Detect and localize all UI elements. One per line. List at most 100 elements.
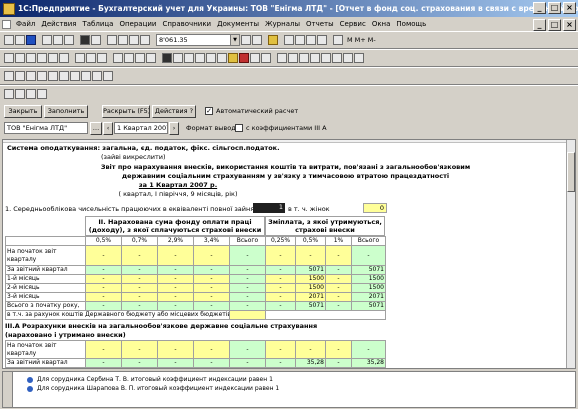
doc-close-button[interactable]: × [563, 19, 576, 31]
align-left-icon[interactable] [162, 53, 172, 63]
open-icon[interactable] [15, 35, 25, 45]
cell[interactable]: - [157, 358, 194, 368]
cell[interactable]: - [351, 245, 386, 266]
journal8-icon[interactable] [81, 71, 91, 81]
cell[interactable]: - [265, 358, 296, 368]
zoom-out-icon[interactable] [288, 53, 298, 63]
cell[interactable]: 2071 [295, 292, 326, 302]
organization-field[interactable]: ТОВ "Енігма ЛТД" [4, 122, 88, 134]
cell[interactable]: - [325, 283, 352, 293]
doc-minimize-button[interactable]: _ [533, 19, 546, 31]
cell[interactable]: - [193, 340, 230, 359]
cell[interactable]: 35,28 [351, 358, 386, 368]
cell[interactable]: - [229, 301, 266, 311]
italic-icon[interactable] [135, 53, 145, 63]
cell[interactable]: - [193, 245, 230, 266]
find-icon[interactable] [129, 35, 139, 45]
journal2-icon[interactable] [15, 71, 25, 81]
preview-icon[interactable] [91, 35, 101, 45]
journal3-icon[interactable] [26, 71, 36, 81]
cell[interactable]: - [295, 245, 326, 266]
journal5-icon[interactable] [48, 71, 58, 81]
menu-actions[interactable]: Действия [38, 20, 79, 28]
section-icon[interactable] [97, 53, 107, 63]
tips-icon[interactable] [317, 35, 327, 45]
vertical-scrollbar[interactable] [566, 140, 575, 368]
cell[interactable]: - [85, 265, 122, 275]
cell[interactable]: - [121, 358, 158, 368]
new-icon[interactable] [4, 35, 14, 45]
freeze-icon[interactable] [343, 53, 353, 63]
close-report-button[interactable]: Закрыть [4, 105, 42, 118]
cell[interactable]: 5071 [351, 265, 386, 275]
budget-cell[interactable] [229, 310, 266, 320]
cell[interactable]: - [229, 274, 266, 284]
cell[interactable]: 5071 [295, 301, 326, 311]
cell[interactable]: - [121, 245, 158, 266]
question-icon[interactable] [26, 89, 36, 99]
align-center-icon[interactable] [173, 53, 183, 63]
organization-select-button[interactable]: … [90, 122, 102, 135]
print-icon[interactable] [80, 35, 90, 45]
cell[interactable]: - [121, 283, 158, 293]
font-color-icon[interactable] [239, 53, 249, 63]
cell[interactable]: - [325, 340, 352, 359]
help-icon[interactable] [268, 35, 278, 45]
cell[interactable]: - [229, 245, 266, 266]
cell[interactable]: - [193, 265, 230, 275]
cell[interactable]: 1500 [295, 283, 326, 293]
calendar2-icon[interactable] [4, 89, 14, 99]
menu-reports[interactable]: Отчеты [303, 20, 337, 28]
context-help-icon[interactable] [37, 89, 47, 99]
cell[interactable]: - [229, 358, 266, 368]
period-icon[interactable] [15, 89, 25, 99]
cell[interactable]: - [325, 292, 352, 302]
cell[interactable]: 5071 [295, 265, 326, 275]
journal4-icon[interactable] [37, 71, 47, 81]
fill-color-icon[interactable] [228, 53, 238, 63]
report-sheet[interactable]: Система оподаткування: загальна, єд. под… [2, 139, 576, 369]
cell[interactable]: - [121, 265, 158, 275]
expand-button[interactable]: Раскрыть (F5) [102, 105, 150, 118]
menu-help[interactable]: Помощь [393, 20, 429, 28]
cell[interactable]: - [229, 283, 266, 293]
cell[interactable]: - [325, 358, 352, 368]
fill-button[interactable]: Заполнить [44, 105, 88, 118]
cell[interactable]: - [157, 340, 194, 359]
font-icon[interactable] [113, 53, 123, 63]
zoom-in-icon[interactable] [277, 53, 287, 63]
insert-icon[interactable] [26, 53, 36, 63]
cell[interactable]: - [121, 301, 158, 311]
memory-buttons[interactable]: М М+ М- [347, 36, 376, 44]
cell[interactable]: - [85, 301, 122, 311]
menu-documents[interactable]: Документы [214, 20, 262, 28]
cell[interactable]: - [193, 292, 230, 302]
delete-icon[interactable] [37, 53, 47, 63]
expand-icon[interactable] [321, 53, 331, 63]
cell[interactable]: 1500 [295, 274, 326, 284]
menu-operations[interactable]: Операции [116, 20, 159, 28]
cell[interactable]: - [325, 245, 352, 266]
table-icon[interactable] [4, 53, 14, 63]
merge-icon[interactable] [75, 53, 85, 63]
cell[interactable]: - [85, 245, 122, 266]
chevron-down-icon[interactable]: ▼ [230, 35, 239, 45]
calc-icon[interactable] [241, 35, 251, 45]
menu-file[interactable]: Файл [13, 20, 38, 28]
cell[interactable]: - [157, 292, 194, 302]
save-icon[interactable] [26, 35, 36, 45]
picture-icon[interactable] [250, 53, 260, 63]
redo-icon[interactable] [118, 35, 128, 45]
justify-icon[interactable] [195, 53, 205, 63]
unfreeze-icon[interactable] [354, 53, 364, 63]
auto-calc-checkbox[interactable]: ✓ [205, 107, 213, 115]
props-icon[interactable] [48, 53, 58, 63]
memo-icon[interactable] [306, 35, 316, 45]
collapse-icon[interactable] [332, 53, 342, 63]
cell[interactable]: - [265, 340, 296, 359]
cell[interactable]: - [85, 340, 122, 359]
period-field[interactable]: 1 Квартал 2007 р. [114, 122, 168, 134]
list-icon[interactable] [295, 35, 305, 45]
group-icon[interactable] [299, 53, 309, 63]
window-icon[interactable] [284, 35, 294, 45]
